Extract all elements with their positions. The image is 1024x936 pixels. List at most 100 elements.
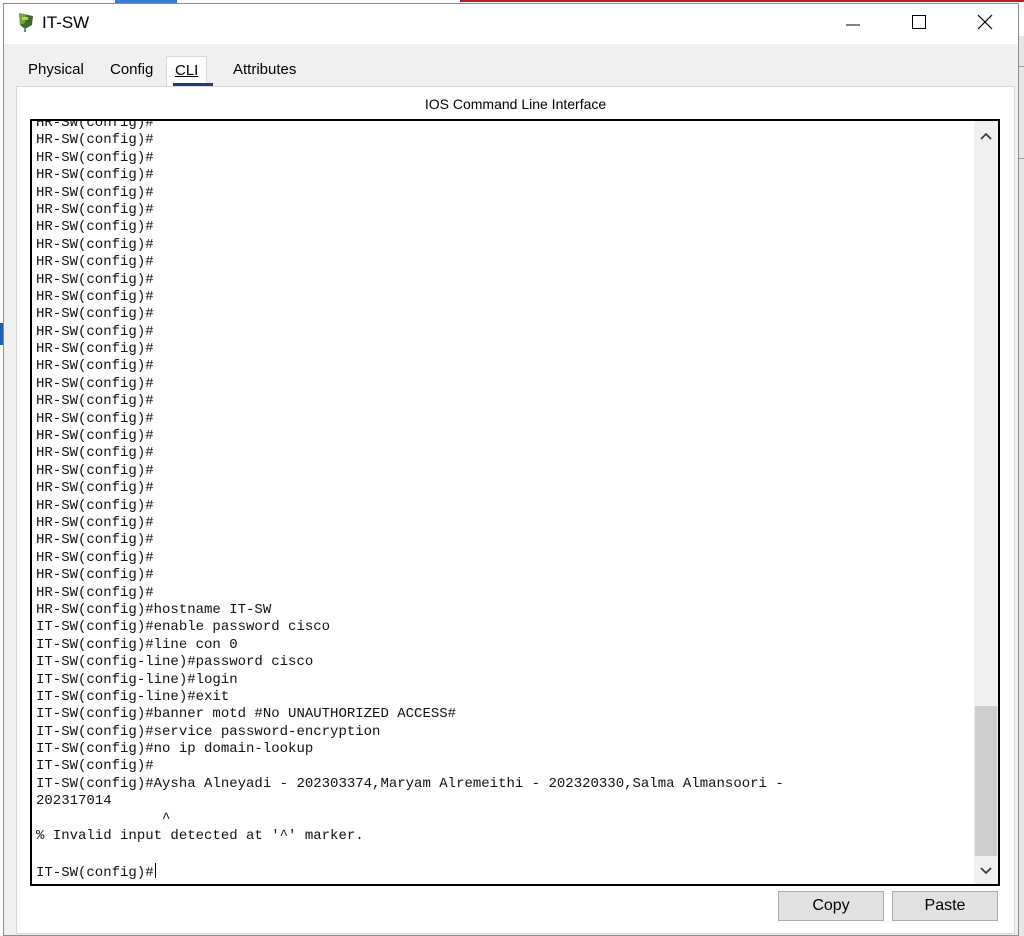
scroll-thumb[interactable] xyxy=(975,706,997,856)
terminal-line: HR-SW(config)# xyxy=(36,445,976,462)
terminal-line-text: HR-SW(config)# xyxy=(36,341,154,358)
terminal-line-text: IT-SW(config)# xyxy=(36,864,154,881)
terminal-line: HR-SW(config)# xyxy=(36,219,976,236)
terminal-line-text: HR-SW(config)# xyxy=(36,445,154,462)
terminal-line: IT-SW(config-line)#exit xyxy=(36,689,976,706)
terminal-line: IT-SW(config)#line con 0 xyxy=(36,637,976,654)
terminal-line-text: ^ xyxy=(36,810,171,827)
terminal-line: IT-SW(config)#service password-encryptio… xyxy=(36,724,976,741)
terminal-line-text: HR-SW(config)# xyxy=(36,184,154,201)
terminal-line: HR-SW(config)# xyxy=(36,237,976,254)
terminal-line-text: HR-SW(config)# xyxy=(36,480,154,497)
background-window-edge xyxy=(460,0,1024,2)
terminal-line: HR-SW(config)# xyxy=(36,289,976,306)
window-title: IT-SW xyxy=(42,13,90,32)
terminal-line-text: IT-SW(config)# xyxy=(36,758,154,775)
minimize-button[interactable] xyxy=(830,4,876,40)
terminal-line: HR-SW(config)# xyxy=(36,585,976,602)
tab-attributes[interactable]: Attributes xyxy=(225,56,304,86)
terminal-line: HR-SW(config)# xyxy=(36,411,976,428)
terminal-line: HR-SW(config)# xyxy=(36,567,976,584)
cli-panel-title: IOS Command Line Interface xyxy=(424,96,607,112)
paste-button[interactable]: Paste xyxy=(892,891,998,921)
copy-button[interactable]: Copy xyxy=(778,891,884,921)
terminal-line: 202317014 xyxy=(36,793,976,810)
terminal-line-text: IT-SW(config-line)#password cisco xyxy=(36,654,314,671)
terminal-line: IT-SW(config)#banner motd #No UNAUTHORIZ… xyxy=(36,706,976,723)
terminal-line-text: HR-SW(config)# xyxy=(36,119,154,131)
terminal-line-text: IT-SW(config)#service password-encryptio… xyxy=(36,723,381,740)
terminal-line: % Invalid input detected at '^' marker. xyxy=(36,828,976,845)
terminal-line: HR-SW(config)# xyxy=(36,376,976,393)
terminal-line-text: IT-SW(config)#line con 0 xyxy=(36,636,238,653)
terminal-line: HR-SW(config)# xyxy=(36,119,976,132)
terminal-line-text: HR-SW(config)# xyxy=(36,306,154,323)
terminal-line-text: % Invalid input detected at '^' marker. xyxy=(36,828,364,845)
terminal-line: HR-SW(config)# xyxy=(36,393,976,410)
cli-prompt-line: IT-SW(config)# xyxy=(36,862,976,881)
terminal-line-text: IT-SW(config)#banner motd #No UNAUTHORIZ… xyxy=(36,706,457,723)
terminal-line: HR-SW(config)# xyxy=(36,498,976,515)
maximize-button[interactable] xyxy=(896,4,942,40)
terminal-line-text: HR-SW(config)# xyxy=(36,584,154,601)
terminal-line: IT-SW(config-line)#login xyxy=(36,672,976,689)
terminal-line-text: IT-SW(config-line)#login xyxy=(36,671,238,688)
device-window: IT-SW Physical Config CLI Attributes IOS… xyxy=(3,3,1019,936)
terminal-line-text: HR-SW(config)# xyxy=(36,254,154,271)
terminal-line: HR-SW(config)# xyxy=(36,324,976,341)
terminal-line-text: IT-SW(config-line)#exit xyxy=(36,688,230,705)
terminal-line: HR-SW(config)# xyxy=(36,463,976,480)
chevron-up-icon xyxy=(980,132,992,140)
terminal-line: HR-SW(config)# xyxy=(36,306,976,323)
title-bar[interactable]: IT-SW xyxy=(4,4,1018,44)
terminal-line-text: HR-SW(config)#hostname IT-SW xyxy=(36,601,272,618)
minimize-icon xyxy=(846,24,860,26)
terminal-line-text: HR-SW(config)# xyxy=(36,393,154,410)
terminal-line: IT-SW(config)#no ip domain-lookup xyxy=(36,741,976,758)
terminal-line: HR-SW(config)# xyxy=(36,272,976,289)
scroll-up-button[interactable] xyxy=(974,121,998,151)
terminal-line: HR-SW(config)# xyxy=(36,202,976,219)
terminal-line-text: HR-SW(config)# xyxy=(36,497,154,514)
terminal-line-text: HR-SW(config)# xyxy=(36,462,154,479)
switch-device-icon xyxy=(19,13,33,32)
tab-cli[interactable]: CLI xyxy=(166,56,213,86)
terminal-line: ^ xyxy=(36,811,976,828)
terminal-line-text: HR-SW(config)# xyxy=(36,428,154,445)
terminal-line-text: HR-SW(config)# xyxy=(36,410,154,427)
tab-config[interactable]: Config xyxy=(102,56,161,86)
terminal-line-text: HR-SW(config)# xyxy=(36,132,154,149)
terminal-line: HR-SW(config)# xyxy=(36,532,976,549)
close-icon xyxy=(977,14,993,30)
terminal-line: HR-SW(config)# xyxy=(36,150,976,167)
terminal-line-text: 202317014 xyxy=(36,793,112,810)
terminal-scrollbar[interactable] xyxy=(974,121,998,884)
terminal-line: HR-SW(config)# xyxy=(36,515,976,532)
close-button[interactable] xyxy=(962,4,1008,40)
terminal-line: HR-SW(config)# xyxy=(36,167,976,184)
terminal-line-text: HR-SW(config)# xyxy=(36,236,154,253)
terminal-line: IT-SW(config-line)#password cisco xyxy=(36,654,976,671)
cli-panel: IOS Command Line Interface HR-SW(config)… xyxy=(16,86,1015,934)
tab-cli-label: CLI xyxy=(175,62,199,79)
terminal-line: HR-SW(config)# xyxy=(36,550,976,567)
terminal-line: HR-SW(config)# xyxy=(36,185,976,202)
terminal-line-text: HR-SW(config)# xyxy=(36,167,154,184)
cli-terminal[interactable]: HR-SW(config)# HR-SW(config)# HR-SW(config… xyxy=(30,119,1000,886)
terminal-line: HR-SW(config)# xyxy=(36,254,976,271)
terminal-line-text: HR-SW(config)# xyxy=(36,549,154,566)
terminal-line-text: IT-SW(config)#no ip domain-lookup xyxy=(36,741,314,758)
terminal-line: HR-SW(config)# xyxy=(36,132,976,149)
terminal-line: IT-SW(config)#enable password cisco xyxy=(36,619,976,636)
tab-physical[interactable]: Physical xyxy=(20,56,92,86)
scroll-down-button[interactable] xyxy=(974,858,998,884)
background-window-edge-right xyxy=(1019,36,1024,936)
terminal-line-text: HR-SW(config)# xyxy=(36,323,154,340)
terminal-line: HR-SW(config)# xyxy=(36,428,976,445)
terminal-line: HR-SW(config)# xyxy=(36,341,976,358)
terminal-line-text: HR-SW(config)# xyxy=(36,358,154,375)
terminal-line: HR-SW(config)#hostname IT-SW xyxy=(36,602,976,619)
terminal-line-text: HR-SW(config)# xyxy=(36,201,154,218)
text-cursor xyxy=(154,862,156,878)
